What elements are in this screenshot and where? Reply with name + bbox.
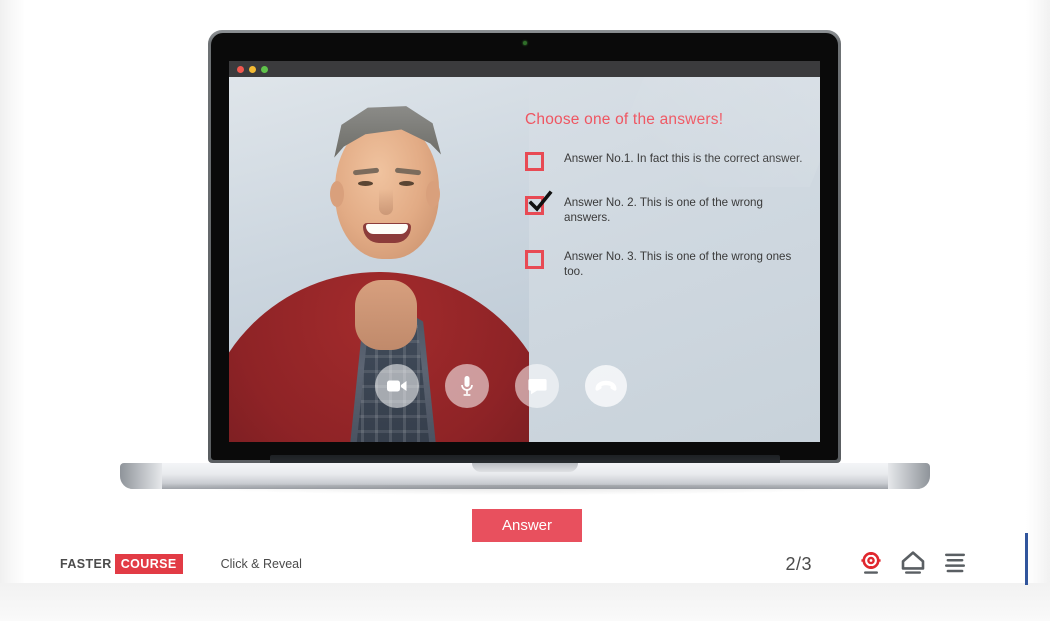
logo-text-course: COURSE — [114, 554, 183, 574]
scrollbar-thumb[interactable] — [1025, 533, 1028, 585]
left-page-edge — [0, 0, 26, 583]
logo-text-faster: FASTER — [60, 557, 112, 571]
breadcrumb: Click & Reveal — [220, 557, 302, 571]
end-call-button[interactable] — [585, 365, 627, 407]
answer-checkbox-2[interactable] — [525, 190, 553, 215]
scrollbar-track[interactable] — [1021, 0, 1029, 621]
laptop-lid: Choose one of the answers! Answer No.1. … — [208, 30, 841, 463]
quiz-title: Choose one of the answers! — [525, 111, 724, 128]
answer-checkbox-1[interactable] — [525, 152, 544, 171]
fastercourse-logo: FASTER COURSE — [60, 554, 183, 574]
help-lifebuoy-icon — [861, 552, 881, 574]
laptop-base-assembly — [120, 453, 930, 495]
laptop-screen: Choose one of the answers! Answer No.1. … — [229, 61, 820, 442]
minimize-window-dot[interactable] — [249, 65, 256, 73]
speech-bubble-icon — [527, 378, 547, 394]
below-fold-area — [0, 583, 1050, 621]
footer-tools: 2/3 — [785, 549, 976, 579]
footer-bar: FASTER COURSE Click & Reveal 2/3 — [24, 545, 1026, 583]
video-call-window: Choose one of the answers! Answer No.1. … — [229, 77, 820, 442]
answer-label-3: Answer No. 3. This is one of the wrong o… — [564, 250, 792, 278]
answer-option-1[interactable]: Answer No.1. In fact this is the correct… — [525, 151, 806, 171]
home-icon — [901, 551, 925, 574]
answer-option-2[interactable]: Answer No. 2. This is one of the wrong a… — [525, 190, 806, 225]
answer-option-3[interactable]: Answer No. 3. This is one of the wrong o… — [525, 249, 806, 279]
maximize-window-dot[interactable] — [261, 65, 268, 73]
laptop-base-notch — [472, 463, 578, 472]
page-counter: 2/3 — [785, 553, 812, 574]
microphone-icon — [461, 376, 473, 396]
right-page-edge — [1026, 0, 1050, 583]
laptop-mockup: Choose one of the answers! Answer No.1. … — [120, 30, 930, 495]
help-button[interactable] — [850, 549, 892, 579]
menu-icon — [945, 553, 965, 573]
quiz-panel: Choose one of the answers! Answer No.1. … — [525, 111, 806, 303]
window-titlebar — [229, 61, 820, 77]
home-button[interactable] — [892, 549, 934, 579]
laptop-shadow — [160, 485, 890, 495]
checkmark-icon — [528, 190, 553, 212]
close-window-dot[interactable] — [237, 65, 244, 73]
camera-button[interactable] — [375, 364, 419, 408]
answer-button[interactable]: Answer — [472, 509, 582, 542]
chat-button[interactable] — [515, 364, 559, 408]
page-root: Choose one of the answers! Answer No.1. … — [0, 0, 1050, 621]
webcam-icon — [522, 41, 527, 45]
answer-checkbox-3[interactable] — [525, 250, 544, 269]
call-controls-bar — [375, 364, 627, 408]
microphone-button[interactable] — [445, 364, 489, 408]
hang-up-phone-icon — [595, 380, 617, 391]
answer-label-1: Answer No.1. In fact this is the correct… — [564, 152, 803, 165]
answer-label-2: Answer No. 2. This is one of the wrong a… — [564, 196, 763, 224]
video-camera-icon — [387, 380, 407, 392]
laptop-bezel: Choose one of the answers! Answer No.1. … — [211, 33, 838, 460]
menu-button[interactable] — [934, 549, 976, 579]
